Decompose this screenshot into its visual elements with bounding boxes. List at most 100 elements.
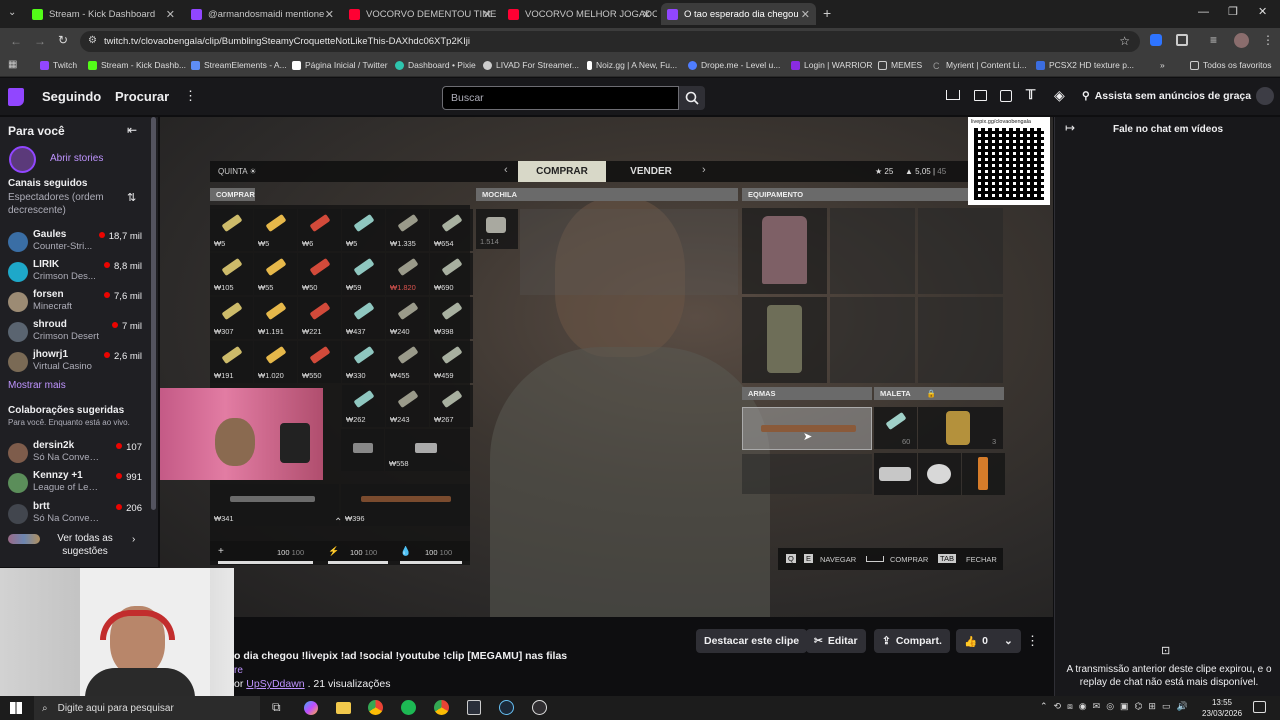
followed-channel-row[interactable]: LIRIK Crimson Des... 8,8 mil xyxy=(0,258,150,288)
stories-avatar[interactable] xyxy=(9,146,36,173)
edit-button[interactable]: ✂ Editar xyxy=(806,629,866,653)
buy-slot[interactable]: ₩459 xyxy=(430,341,473,383)
copilot-icon[interactable] xyxy=(304,701,318,715)
bookmark-item[interactable]: Página Inicial / Twitter xyxy=(292,60,388,70)
spotify-icon[interactable] xyxy=(401,700,416,715)
buy-slot[interactable]: ₩6 xyxy=(298,209,341,251)
case-slot[interactable]: 3 xyxy=(918,407,1003,449)
share-button[interactable]: ⇪ Compart. xyxy=(874,629,950,653)
minimize-icon[interactable]: — xyxy=(1198,6,1209,18)
buy-slot[interactable]: ₩330 xyxy=(342,341,385,383)
buy-slot-pistol[interactable]: ₩558 xyxy=(385,429,470,471)
ad-free-button[interactable]: ⚲ Assista sem anúncios de graça xyxy=(1082,90,1251,102)
nav-following[interactable]: Seguindo xyxy=(42,89,101,104)
reload-icon[interactable]: ↻ xyxy=(58,33,68,47)
site-info-icon[interactable]: ⚙ xyxy=(88,35,97,46)
bookmark-item[interactable]: LIVAD For Streamer... xyxy=(483,60,579,70)
show-more-link[interactable]: Mostrar mais xyxy=(8,380,66,391)
buy-slot[interactable]: ₩398 xyxy=(430,297,473,339)
bookmarks-overflow[interactable]: » xyxy=(1160,60,1165,70)
taskbar-clock[interactable]: 13:55 23/03/2026 xyxy=(1202,697,1242,719)
equipment-slot-mask[interactable] xyxy=(918,297,1003,383)
browser-tab-3[interactable]: VOCORVO DEMENTOU TIME D ✕ xyxy=(343,3,498,25)
sidebar-scrollbar[interactable] xyxy=(151,117,156,510)
case-slot[interactable] xyxy=(874,453,917,495)
close-tab-icon[interactable]: ✕ xyxy=(483,8,492,21)
new-tab-button[interactable]: + xyxy=(823,5,831,21)
like-button[interactable]: 👍 0 xyxy=(956,629,996,653)
bookmark-item[interactable]: Noiz.gg | A New, Fu... xyxy=(587,60,677,70)
prev-tab-icon[interactable]: ‹ xyxy=(504,164,508,176)
prime-loot-icon[interactable] xyxy=(946,90,960,100)
chrome-icon[interactable] xyxy=(368,700,383,715)
close-tab-icon[interactable]: ✕ xyxy=(325,8,334,21)
weapon-slot-primary[interactable]: ➤ xyxy=(742,407,872,450)
more-menu-icon[interactable]: ⋮ xyxy=(184,88,197,104)
address-bar[interactable]: ⚙ twitch.tv/clovaobengala/clip/BumblingS… xyxy=(80,31,1140,52)
next-tab-icon[interactable]: › xyxy=(702,164,706,176)
buy-slot[interactable]: ₩267 xyxy=(430,385,473,427)
buy-slot[interactable]: ₩550 xyxy=(298,341,341,383)
apps-grid-icon[interactable]: ▦ xyxy=(8,59,17,70)
translate-icon[interactable]: 𝕋 xyxy=(1026,87,1035,103)
browser-tab-5-active[interactable]: O tao esperado dia chegou ✕ xyxy=(661,3,816,25)
bookmark-item[interactable]: Drope.me - Level u... xyxy=(688,60,780,70)
browser-menu-icon[interactable]: ⋮ xyxy=(1262,33,1274,47)
see-all-suggestions[interactable]: Ver todas as sugestões › xyxy=(8,532,146,558)
buy-slot[interactable]: ₩307 xyxy=(210,297,253,339)
bookmark-item[interactable]: C Myrient | Content Li... xyxy=(933,60,1027,71)
followed-channel-row[interactable]: Gaules Counter-Stri... 18,7 mil xyxy=(0,228,150,258)
buy-slot[interactable]: ₩690 xyxy=(430,253,473,295)
followed-channel-row[interactable]: jhowrj1 Virtual Casino 2,6 mil xyxy=(0,348,150,378)
close-window-icon[interactable]: ✕ xyxy=(1258,5,1267,18)
nav-browse[interactable]: Procurar xyxy=(115,89,169,104)
case-slot[interactable] xyxy=(962,453,1005,495)
case-slot[interactable] xyxy=(918,453,961,495)
open-stories-link[interactable]: Abrir stories xyxy=(50,153,103,164)
search-input[interactable]: Buscar xyxy=(442,86,679,110)
extension-icon[interactable] xyxy=(1150,34,1162,46)
buy-slot[interactable]: ₩654 xyxy=(430,209,473,251)
restore-icon[interactable]: ❐ xyxy=(1228,5,1238,18)
bookmark-star-icon[interactable]: ☆ xyxy=(1119,34,1130,48)
buy-slot[interactable]: ₩240 xyxy=(386,297,429,339)
bookmark-item[interactable]: Login | WARRIOR xyxy=(791,60,873,70)
bookmark-item[interactable]: Dashboard • Pixie xyxy=(395,60,476,70)
buy-slot[interactable]: ₩455 xyxy=(386,341,429,383)
tab-buy[interactable]: COMPRAR xyxy=(518,161,606,182)
highlight-clip-button[interactable]: Destacar este clipe xyxy=(696,629,808,653)
equipment-slot-shirt[interactable] xyxy=(742,208,827,294)
whispers-icon[interactable] xyxy=(1000,90,1012,102)
buy-slot[interactable]: ₩55 xyxy=(254,253,297,295)
forward-icon[interactable]: → xyxy=(34,34,46,48)
collab-channel-row[interactable]: brtt Só Na Conversa 206 xyxy=(0,500,150,530)
buy-slot[interactable]: ₩59 xyxy=(342,253,385,295)
notifications-icon[interactable] xyxy=(1253,701,1266,713)
all-favorites-folder[interactable]: Todos os favoritos xyxy=(1190,60,1272,70)
clip-author-link[interactable]: UpSyDdawn xyxy=(246,678,304,690)
followed-channel-row[interactable]: shroud Crimson Desert 7 mil xyxy=(0,318,150,348)
buy-slot[interactable]: ₩5 xyxy=(254,209,297,251)
buy-slot-long-weapon[interactable]: ₩341 xyxy=(210,484,339,526)
like-dropdown-button[interactable]: ⌄ xyxy=(996,629,1021,653)
back-icon[interactable]: ← xyxy=(10,34,22,48)
media-control-icon[interactable]: ≡ xyxy=(1210,33,1217,47)
bookmark-item[interactable]: PCSX2 HD texture p... xyxy=(1036,60,1134,70)
inbox-icon[interactable] xyxy=(974,90,987,101)
bookmark-item[interactable]: StreamElements - A... xyxy=(191,60,287,70)
scroll-indicator-icon[interactable]: ⌃ xyxy=(334,517,342,528)
close-tab-icon[interactable]: ✕ xyxy=(166,8,175,21)
weapon-slot-secondary[interactable] xyxy=(742,454,872,494)
buy-slot[interactable]: ₩1.820 xyxy=(386,253,429,295)
browser-tab-2[interactable]: @armandosmaidi mentione ✕ xyxy=(185,3,340,25)
close-tab-icon[interactable]: ✕ xyxy=(801,8,810,21)
case-slot[interactable]: 60 xyxy=(874,407,917,449)
profile-avatar[interactable] xyxy=(1234,33,1249,48)
buy-slot[interactable]: ₩262 xyxy=(342,385,385,427)
bits-icon[interactable]: ◈ xyxy=(1054,87,1065,104)
buy-slot[interactable]: ₩221 xyxy=(298,297,341,339)
windows-start-icon[interactable] xyxy=(10,702,22,714)
buy-slot[interactable]: ₩5 xyxy=(210,209,253,251)
task-view-icon[interactable]: ⧉ xyxy=(272,700,281,715)
browser-tab-1[interactable]: Stream - Kick Dashboard ✕ xyxy=(26,3,181,25)
